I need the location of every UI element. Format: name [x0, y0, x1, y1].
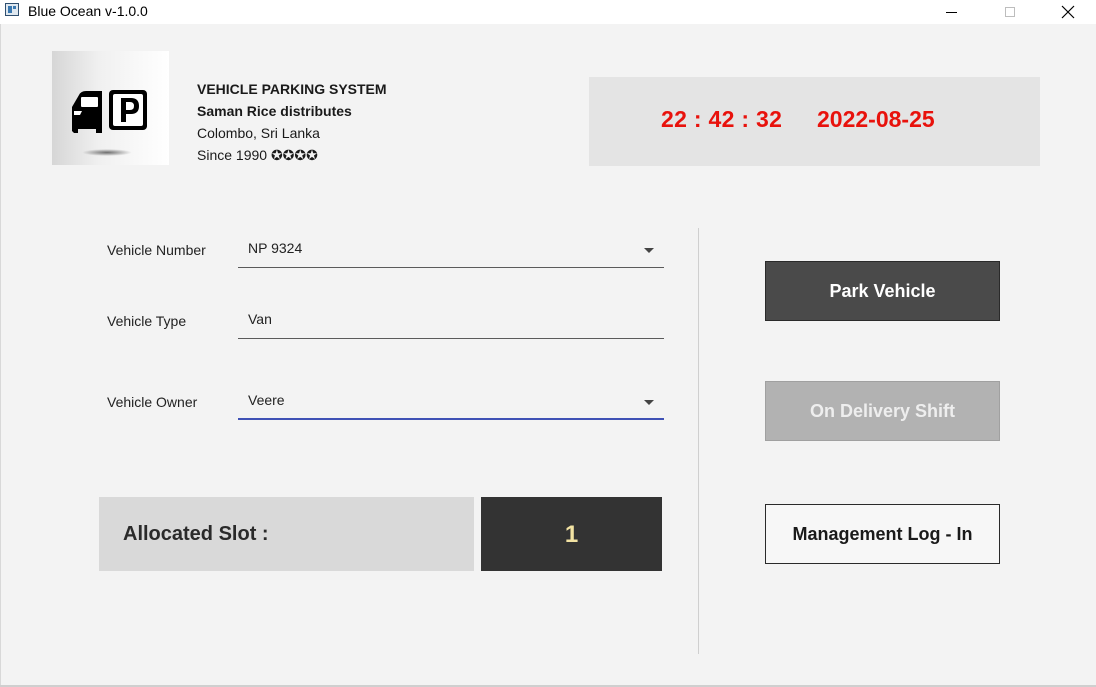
- window-border: [0, 24, 1, 687]
- vehicle-type-field[interactable]: Van: [238, 303, 664, 339]
- on-delivery-shift-button[interactable]: On Delivery Shift: [765, 381, 1000, 441]
- app-icon: [5, 3, 19, 16]
- company-name: Saman Rice distributes: [197, 103, 352, 119]
- vertical-divider: [698, 228, 699, 654]
- company-info: VEHICLE PARKING SYSTEM Saman Rice distri…: [197, 78, 387, 166]
- company-location: Colombo, Sri Lanka: [197, 125, 320, 141]
- vehicle-owner-label: Vehicle Owner: [107, 394, 198, 410]
- close-icon: [1061, 5, 1075, 19]
- allocated-slot-label: Allocated Slot :: [123, 523, 269, 545]
- minimize-icon: [945, 11, 957, 13]
- vehicle-number-value: NP 9324: [248, 240, 303, 256]
- vehicle-type-label: Vehicle Type: [107, 313, 187, 329]
- system-name: VEHICLE PARKING SYSTEM: [197, 81, 387, 97]
- park-vehicle-button[interactable]: Park Vehicle: [765, 261, 1000, 321]
- allocated-slot-panel: Allocated Slot :: [99, 497, 474, 571]
- maximize-button[interactable]: [987, 0, 1033, 24]
- vehicle-owner-combobox[interactable]: Veere: [238, 384, 664, 420]
- allocated-slot-value-panel: 1: [481, 497, 662, 571]
- window-title: Blue Ocean v-1.0.0: [28, 3, 148, 19]
- clock-date: 2022-08-25: [817, 106, 935, 132]
- maximize-icon: [1005, 7, 1015, 17]
- close-button[interactable]: [1045, 0, 1091, 24]
- logo-shadow: [82, 149, 132, 156]
- vehicle-number-combobox[interactable]: NP 9324: [238, 232, 664, 268]
- chevron-down-icon[interactable]: [644, 248, 654, 253]
- title-bar: Blue Ocean v-1.0.0: [0, 0, 1096, 24]
- company-since: Since 1990 ✪✪✪✪: [197, 147, 318, 163]
- clock-time: 22 : 42 : 32: [661, 106, 783, 132]
- vehicle-number-label: Vehicle Number: [107, 242, 206, 258]
- minimize-button[interactable]: [928, 0, 974, 24]
- vehicle-type-value: Van: [248, 311, 272, 327]
- car-parking-icon: [72, 90, 147, 133]
- chevron-down-icon[interactable]: [644, 400, 654, 405]
- management-login-button[interactable]: Management Log - In: [765, 504, 1000, 564]
- allocated-slot-value: 1: [564, 521, 579, 548]
- company-logo: [52, 51, 169, 165]
- clock-panel: 22 : 42 : 32 2022-08-25: [589, 77, 1040, 166]
- vehicle-owner-value: Veere: [248, 392, 285, 408]
